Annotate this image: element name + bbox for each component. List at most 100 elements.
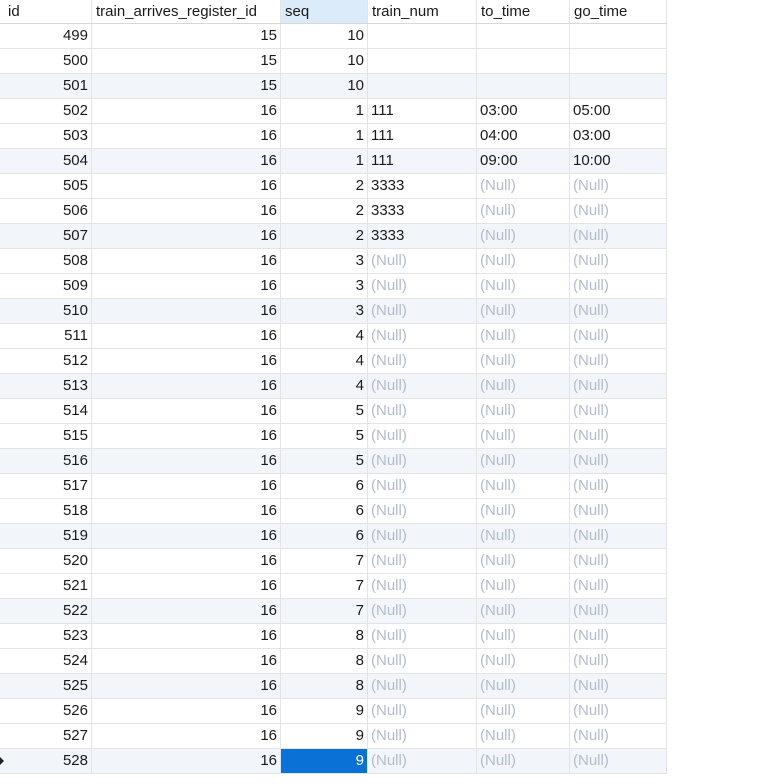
cell-id[interactable]: 519 bbox=[0, 524, 92, 548]
table-row[interactable]: 502 16 1 111 03:00 05:00 bbox=[0, 99, 667, 124]
cell-train-arrives-register-id[interactable]: 16 bbox=[92, 349, 281, 373]
cell-seq[interactable]: 8 bbox=[281, 649, 368, 673]
cell-go-time[interactable]: (Null) bbox=[570, 624, 667, 648]
cell-train-num[interactable]: (Null) bbox=[368, 474, 477, 498]
cell-train-num[interactable]: (Null) bbox=[368, 424, 477, 448]
cell-go-time[interactable]: (Null) bbox=[570, 749, 667, 773]
cell-train-arrives-register-id[interactable]: 16 bbox=[92, 649, 281, 673]
column-header-train-num[interactable]: train_num bbox=[368, 0, 477, 23]
selected-cell-seq[interactable]: 9 bbox=[281, 749, 368, 773]
cell-id[interactable]: 526 bbox=[0, 699, 92, 723]
cell-go-time[interactable] bbox=[570, 49, 667, 73]
column-header-to-time[interactable]: to_time bbox=[477, 0, 570, 23]
cell-go-time[interactable]: (Null) bbox=[570, 249, 667, 273]
cell-id[interactable]: 499 bbox=[0, 24, 92, 48]
column-header-train-arrives-register-id[interactable]: train_arrives_register_id bbox=[92, 0, 281, 23]
cell-train-num[interactable]: (Null) bbox=[368, 524, 477, 548]
cell-seq[interactable]: 7 bbox=[281, 599, 368, 623]
cell-train-arrives-register-id[interactable]: 15 bbox=[92, 24, 281, 48]
table-row[interactable]: 527 16 9 (Null) (Null) (Null) bbox=[0, 724, 667, 749]
cell-go-time[interactable]: (Null) bbox=[570, 549, 667, 573]
cell-train-num[interactable]: (Null) bbox=[368, 749, 477, 773]
cell-train-num[interactable]: 111 bbox=[368, 149, 477, 173]
table-row[interactable]: 517 16 6 (Null) (Null) (Null) bbox=[0, 474, 667, 499]
cell-train-num[interactable]: (Null) bbox=[368, 699, 477, 723]
table-row[interactable]: 513 16 4 (Null) (Null) (Null) bbox=[0, 374, 667, 399]
cell-seq[interactable]: 2 bbox=[281, 174, 368, 198]
cell-train-arrives-register-id[interactable]: 16 bbox=[92, 724, 281, 748]
cell-train-num[interactable]: 3333 bbox=[368, 174, 477, 198]
cell-go-time[interactable]: (Null) bbox=[570, 699, 667, 723]
cell-id[interactable]: 520 bbox=[0, 549, 92, 573]
table-row[interactable]: 515 16 5 (Null) (Null) (Null) bbox=[0, 424, 667, 449]
cell-seq[interactable]: 2 bbox=[281, 199, 368, 223]
cell-to-time[interactable]: (Null) bbox=[477, 224, 570, 248]
cell-train-arrives-register-id[interactable]: 16 bbox=[92, 424, 281, 448]
cell-to-time[interactable] bbox=[477, 24, 570, 48]
cell-id[interactable]: 525 bbox=[0, 674, 92, 698]
cell-id[interactable]: 500 bbox=[0, 49, 92, 73]
table-row[interactable]: 524 16 8 (Null) (Null) (Null) bbox=[0, 649, 667, 674]
cell-train-arrives-register-id[interactable]: 16 bbox=[92, 374, 281, 398]
cell-go-time[interactable]: 05:00 bbox=[570, 99, 667, 123]
cell-train-num[interactable]: (Null) bbox=[368, 299, 477, 323]
cell-seq[interactable]: 3 bbox=[281, 299, 368, 323]
cell-to-time[interactable]: (Null) bbox=[477, 299, 570, 323]
cell-train-arrives-register-id[interactable]: 16 bbox=[92, 249, 281, 273]
cell-id[interactable]: 508 bbox=[0, 249, 92, 273]
cell-seq[interactable]: 5 bbox=[281, 424, 368, 448]
cell-seq[interactable]: 4 bbox=[281, 374, 368, 398]
table-row[interactable]: 500 15 10 bbox=[0, 49, 667, 74]
table-row[interactable]: 503 16 1 111 04:00 03:00 bbox=[0, 124, 667, 149]
cell-train-arrives-register-id[interactable]: 16 bbox=[92, 99, 281, 123]
cell-train-arrives-register-id[interactable]: 16 bbox=[92, 599, 281, 623]
cell-train-num[interactable]: (Null) bbox=[368, 624, 477, 648]
table-row[interactable]: 512 16 4 (Null) (Null) (Null) bbox=[0, 349, 667, 374]
cell-to-time[interactable]: (Null) bbox=[477, 474, 570, 498]
cell-train-arrives-register-id[interactable]: 16 bbox=[92, 474, 281, 498]
cell-train-num[interactable]: (Null) bbox=[368, 674, 477, 698]
cell-train-num[interactable]: (Null) bbox=[368, 599, 477, 623]
table-row[interactable]: 526 16 9 (Null) (Null) (Null) bbox=[0, 699, 667, 724]
cell-to-time[interactable]: (Null) bbox=[477, 424, 570, 448]
cell-train-arrives-register-id[interactable]: 16 bbox=[92, 149, 281, 173]
table-row[interactable]: 528 16 9 (Null) (Null) (Null) bbox=[0, 749, 667, 774]
table-row[interactable]: 520 16 7 (Null) (Null) (Null) bbox=[0, 549, 667, 574]
cell-to-time[interactable]: (Null) bbox=[477, 374, 570, 398]
cell-train-num[interactable]: (Null) bbox=[368, 249, 477, 273]
table-row[interactable]: 501 15 10 bbox=[0, 74, 667, 99]
cell-go-time[interactable]: (Null) bbox=[570, 199, 667, 223]
cell-to-time[interactable] bbox=[477, 74, 570, 98]
cell-train-arrives-register-id[interactable]: 15 bbox=[92, 74, 281, 98]
cell-train-arrives-register-id[interactable]: 16 bbox=[92, 274, 281, 298]
cell-id[interactable]: 515 bbox=[0, 424, 92, 448]
table-row[interactable]: 523 16 8 (Null) (Null) (Null) bbox=[0, 624, 667, 649]
table-row[interactable]: 508 16 3 (Null) (Null) (Null) bbox=[0, 249, 667, 274]
cell-id[interactable]: 504 bbox=[0, 149, 92, 173]
cell-seq[interactable]: 6 bbox=[281, 474, 368, 498]
table-row[interactable]: 511 16 4 (Null) (Null) (Null) bbox=[0, 324, 667, 349]
cell-to-time[interactable]: (Null) bbox=[477, 674, 570, 698]
table-row[interactable]: 509 16 3 (Null) (Null) (Null) bbox=[0, 274, 667, 299]
table-row[interactable]: 519 16 6 (Null) (Null) (Null) bbox=[0, 524, 667, 549]
cell-to-time[interactable]: (Null) bbox=[477, 349, 570, 373]
cell-id[interactable]: 524 bbox=[0, 649, 92, 673]
cell-seq[interactable]: 10 bbox=[281, 49, 368, 73]
table-row[interactable]: 507 16 2 3333 (Null) (Null) bbox=[0, 224, 667, 249]
cell-go-time[interactable] bbox=[570, 74, 667, 98]
cell-seq[interactable]: 8 bbox=[281, 624, 368, 648]
cell-go-time[interactable] bbox=[570, 24, 667, 48]
cell-id[interactable]: 517 bbox=[0, 474, 92, 498]
cell-id[interactable]: 518 bbox=[0, 499, 92, 523]
cell-train-num[interactable]: (Null) bbox=[368, 324, 477, 348]
cell-to-time[interactable]: (Null) bbox=[477, 174, 570, 198]
table-row[interactable]: 522 16 7 (Null) (Null) (Null) bbox=[0, 599, 667, 624]
cell-train-arrives-register-id[interactable]: 16 bbox=[92, 499, 281, 523]
cell-id[interactable]: 522 bbox=[0, 599, 92, 623]
cell-seq[interactable]: 3 bbox=[281, 274, 368, 298]
cell-train-num[interactable]: (Null) bbox=[368, 574, 477, 598]
cell-id[interactable]: 510 bbox=[0, 299, 92, 323]
cell-id[interactable]: 503 bbox=[0, 124, 92, 148]
cell-seq[interactable]: 6 bbox=[281, 524, 368, 548]
cell-id[interactable]: 513 bbox=[0, 374, 92, 398]
